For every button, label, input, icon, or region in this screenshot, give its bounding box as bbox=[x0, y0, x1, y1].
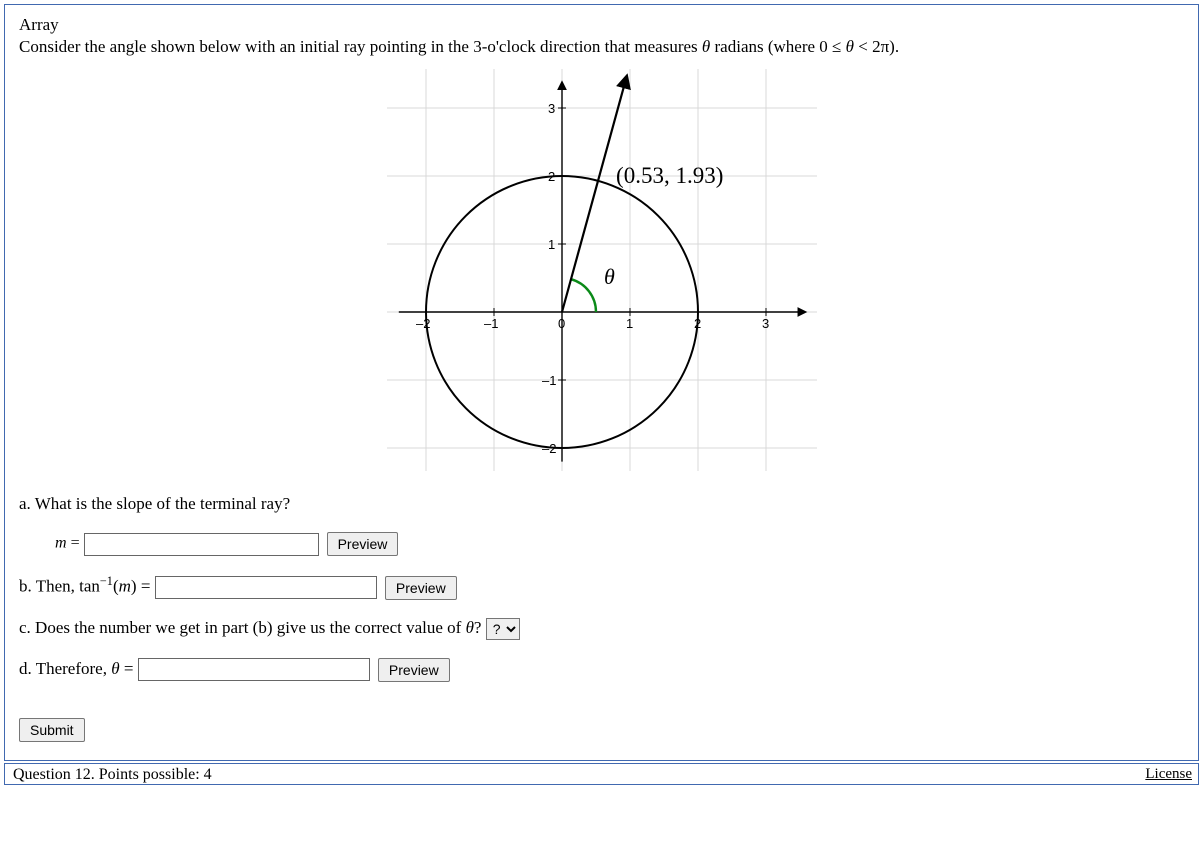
submit-button[interactable]: Submit bbox=[19, 718, 85, 742]
svg-text:1: 1 bbox=[548, 237, 555, 252]
svg-text:–1: –1 bbox=[542, 373, 556, 388]
question-title: Array bbox=[19, 15, 1184, 35]
theta-symbol: θ bbox=[466, 618, 474, 637]
question-prompt: Consider the angle shown below with an i… bbox=[19, 37, 1184, 57]
equals-sign: = bbox=[137, 577, 155, 596]
svg-text:(0.53, 1.93): (0.53, 1.93) bbox=[616, 163, 723, 188]
svg-text:–2: –2 bbox=[416, 316, 430, 331]
part-c-row: c. Does the number we get in part (b) gi… bbox=[19, 618, 1184, 640]
preview-button-b[interactable]: Preview bbox=[385, 576, 457, 600]
theta-symbol: θ bbox=[846, 37, 854, 56]
part-d-pre: d. Therefore, bbox=[19, 659, 111, 678]
points-label: Question 12. Points possible: 4 bbox=[13, 766, 212, 784]
prompt-text-1: Consider the angle shown below with an i… bbox=[19, 37, 702, 56]
question-footer: Question 12. Points possible: 4 License bbox=[4, 763, 1199, 785]
yesno-select[interactable]: ? bbox=[486, 618, 520, 640]
part-c-pre: c. Does the number we get in part (b) gi… bbox=[19, 618, 466, 637]
graph-container: θ –2 –1 0 1 2 3 1 2 3 –1 –2 (0.53, 1.93) bbox=[19, 69, 1184, 476]
svg-text:2: 2 bbox=[548, 169, 555, 184]
prompt-text-2: radians (where 0 ≤ bbox=[710, 37, 845, 56]
svg-text:θ: θ bbox=[604, 264, 615, 289]
part-c-post: ? bbox=[474, 618, 486, 637]
equals-sign: = bbox=[120, 659, 138, 678]
theta-symbol: θ bbox=[111, 659, 119, 678]
arctan-input[interactable] bbox=[155, 576, 377, 599]
part-d-row: d. Therefore, θ = Preview bbox=[19, 658, 1184, 682]
theta-symbol: θ bbox=[702, 37, 710, 56]
slope-input[interactable] bbox=[84, 533, 319, 556]
m-var: m bbox=[55, 535, 67, 552]
svg-text:3: 3 bbox=[762, 316, 769, 331]
svg-text:3: 3 bbox=[548, 101, 555, 116]
inverse-exp: −1 bbox=[100, 574, 113, 588]
part-b-pre: b. Then, tan bbox=[19, 577, 100, 596]
prompt-text-3: < 2π). bbox=[854, 37, 899, 56]
svg-text:–2: –2 bbox=[542, 441, 556, 456]
theta-input[interactable] bbox=[138, 658, 370, 681]
unit-circle-graph: θ –2 –1 0 1 2 3 1 2 3 –1 –2 (0.53, 1.93) bbox=[387, 69, 817, 471]
svg-text:0: 0 bbox=[558, 316, 565, 331]
svg-text:2: 2 bbox=[694, 316, 701, 331]
svg-text:–1: –1 bbox=[484, 316, 498, 331]
part-b-row: b. Then, tan−1(m) = Preview bbox=[19, 574, 1184, 600]
equals-sign: = bbox=[67, 535, 84, 552]
part-a-input-row: m = Preview bbox=[55, 532, 1184, 556]
part-a-text: a. What is the slope of the terminal ray… bbox=[19, 494, 1184, 514]
license-link[interactable]: License bbox=[1145, 766, 1192, 783]
preview-button-d[interactable]: Preview bbox=[378, 658, 450, 682]
svg-text:1: 1 bbox=[626, 316, 633, 331]
preview-button-a[interactable]: Preview bbox=[327, 532, 399, 556]
part-b-arg: (m) bbox=[113, 577, 137, 596]
